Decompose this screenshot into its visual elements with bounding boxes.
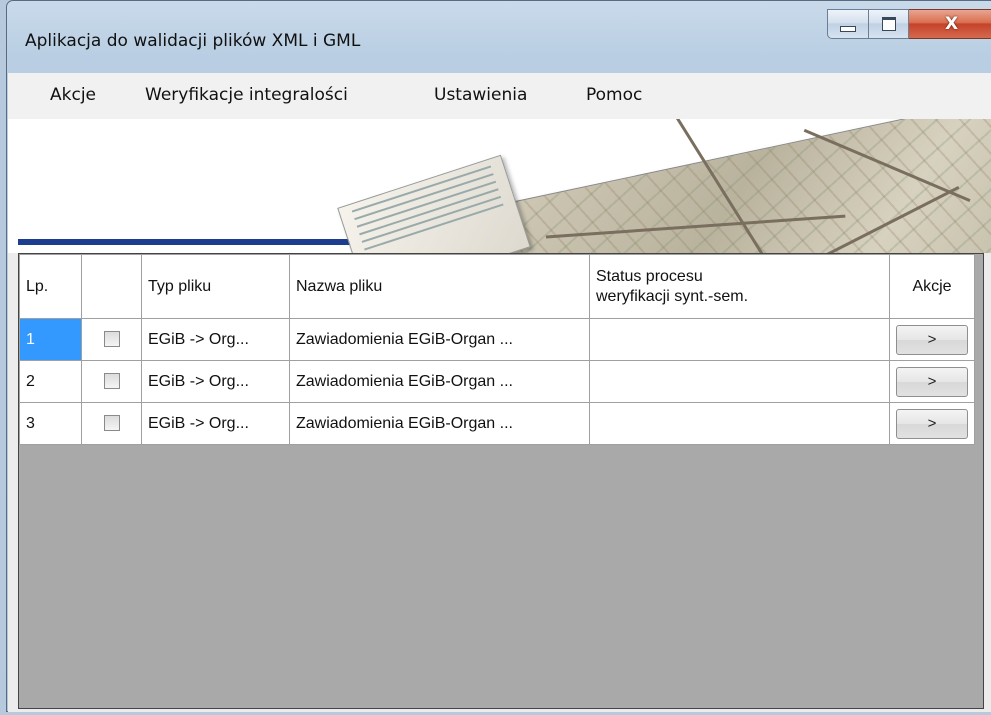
files-table: Lp. Typ pliku Nazwa pliku Status procesu… xyxy=(19,254,975,445)
client-area: Akcje Weryfikacje integralości Ustawieni… xyxy=(8,73,991,712)
maximize-icon xyxy=(881,17,896,31)
cell-checkbox xyxy=(81,360,142,403)
column-header-check[interactable] xyxy=(81,254,142,319)
table-row[interactable]: 1 EGiB -> Org... Zawiadomienia EGiB-Orga… xyxy=(19,318,975,361)
files-grid[interactable]: Lp. Typ pliku Nazwa pliku Status procesu… xyxy=(18,253,984,709)
cell-nazwa-pliku[interactable]: Zawiadomienia EGiB-Organ ... xyxy=(289,360,590,403)
cell-nazwa-pliku[interactable]: Zawiadomienia EGiB-Organ ... xyxy=(289,318,590,361)
cell-status[interactable] xyxy=(589,318,890,361)
minimize-button[interactable] xyxy=(827,9,869,39)
column-header-status[interactable]: Status procesu weryfikacji synt.-sem. xyxy=(589,254,890,319)
row-checkbox[interactable] xyxy=(103,331,120,348)
maximize-button[interactable] xyxy=(869,9,909,39)
column-header-lp[interactable]: Lp. xyxy=(19,254,82,319)
cell-typ-pliku[interactable]: EGiB -> Org... xyxy=(141,402,290,445)
document-sheet-image xyxy=(337,154,531,253)
column-header-status-line1: Status procesu xyxy=(596,267,703,285)
cell-nazwa-pliku[interactable]: Zawiadomienia EGiB-Organ ... xyxy=(289,402,590,445)
cell-status[interactable] xyxy=(589,360,890,403)
cell-akcje: > xyxy=(889,360,975,403)
row-checkbox[interactable] xyxy=(103,415,120,432)
close-button[interactable]: X xyxy=(909,9,991,39)
map-sheet-image xyxy=(495,119,991,253)
menu-bar: Akcje Weryfikacje integralości Ustawieni… xyxy=(8,73,991,119)
window-title: Aplikacja do walidacji plików XML i GML xyxy=(25,31,361,51)
cell-akcje: > xyxy=(889,318,975,361)
column-header-nazwa-pliku[interactable]: Nazwa pliku xyxy=(289,254,590,319)
close-icon: X xyxy=(944,14,959,34)
table-header-row: Lp. Typ pliku Nazwa pliku Status procesu… xyxy=(19,254,975,319)
row-action-button[interactable]: > xyxy=(896,408,968,439)
table-row[interactable]: 3 EGiB -> Org... Zawiadomienia EGiB-Orga… xyxy=(19,402,975,445)
cell-typ-pliku[interactable]: EGiB -> Org... xyxy=(141,318,290,361)
title-bar[interactable]: Aplikacja do walidacji plików XML i GML … xyxy=(7,1,991,73)
minimize-icon xyxy=(840,26,856,32)
cell-lp[interactable]: 3 xyxy=(19,402,82,445)
column-header-status-line2: weryfikacji synt.-sem. xyxy=(596,287,749,305)
cell-checkbox xyxy=(81,318,142,361)
cell-lp[interactable]: 2 xyxy=(19,360,82,403)
cell-lp[interactable]: 1 xyxy=(19,318,82,361)
row-action-button[interactable]: > xyxy=(896,366,968,397)
cell-status[interactable] xyxy=(589,402,890,445)
row-action-button[interactable]: > xyxy=(896,324,968,355)
menu-akcje[interactable]: Akcje xyxy=(50,85,96,105)
header-banner xyxy=(8,119,991,253)
row-checkbox[interactable] xyxy=(103,373,120,390)
menu-ustawienia[interactable]: Ustawienia xyxy=(434,85,527,105)
column-header-akcje[interactable]: Akcje xyxy=(889,254,975,319)
table-row[interactable]: 2 EGiB -> Org... Zawiadomienia EGiB-Orga… xyxy=(19,360,975,403)
cell-checkbox xyxy=(81,402,142,445)
caption-buttons: X xyxy=(827,9,991,43)
cell-akcje: > xyxy=(889,402,975,445)
column-header-typ-pliku[interactable]: Typ pliku xyxy=(141,254,290,319)
cell-typ-pliku[interactable]: EGiB -> Org... xyxy=(141,360,290,403)
menu-weryfikacje-integralosci[interactable]: Weryfikacje integralości xyxy=(145,85,348,105)
menu-pomoc[interactable]: Pomoc xyxy=(586,85,642,105)
